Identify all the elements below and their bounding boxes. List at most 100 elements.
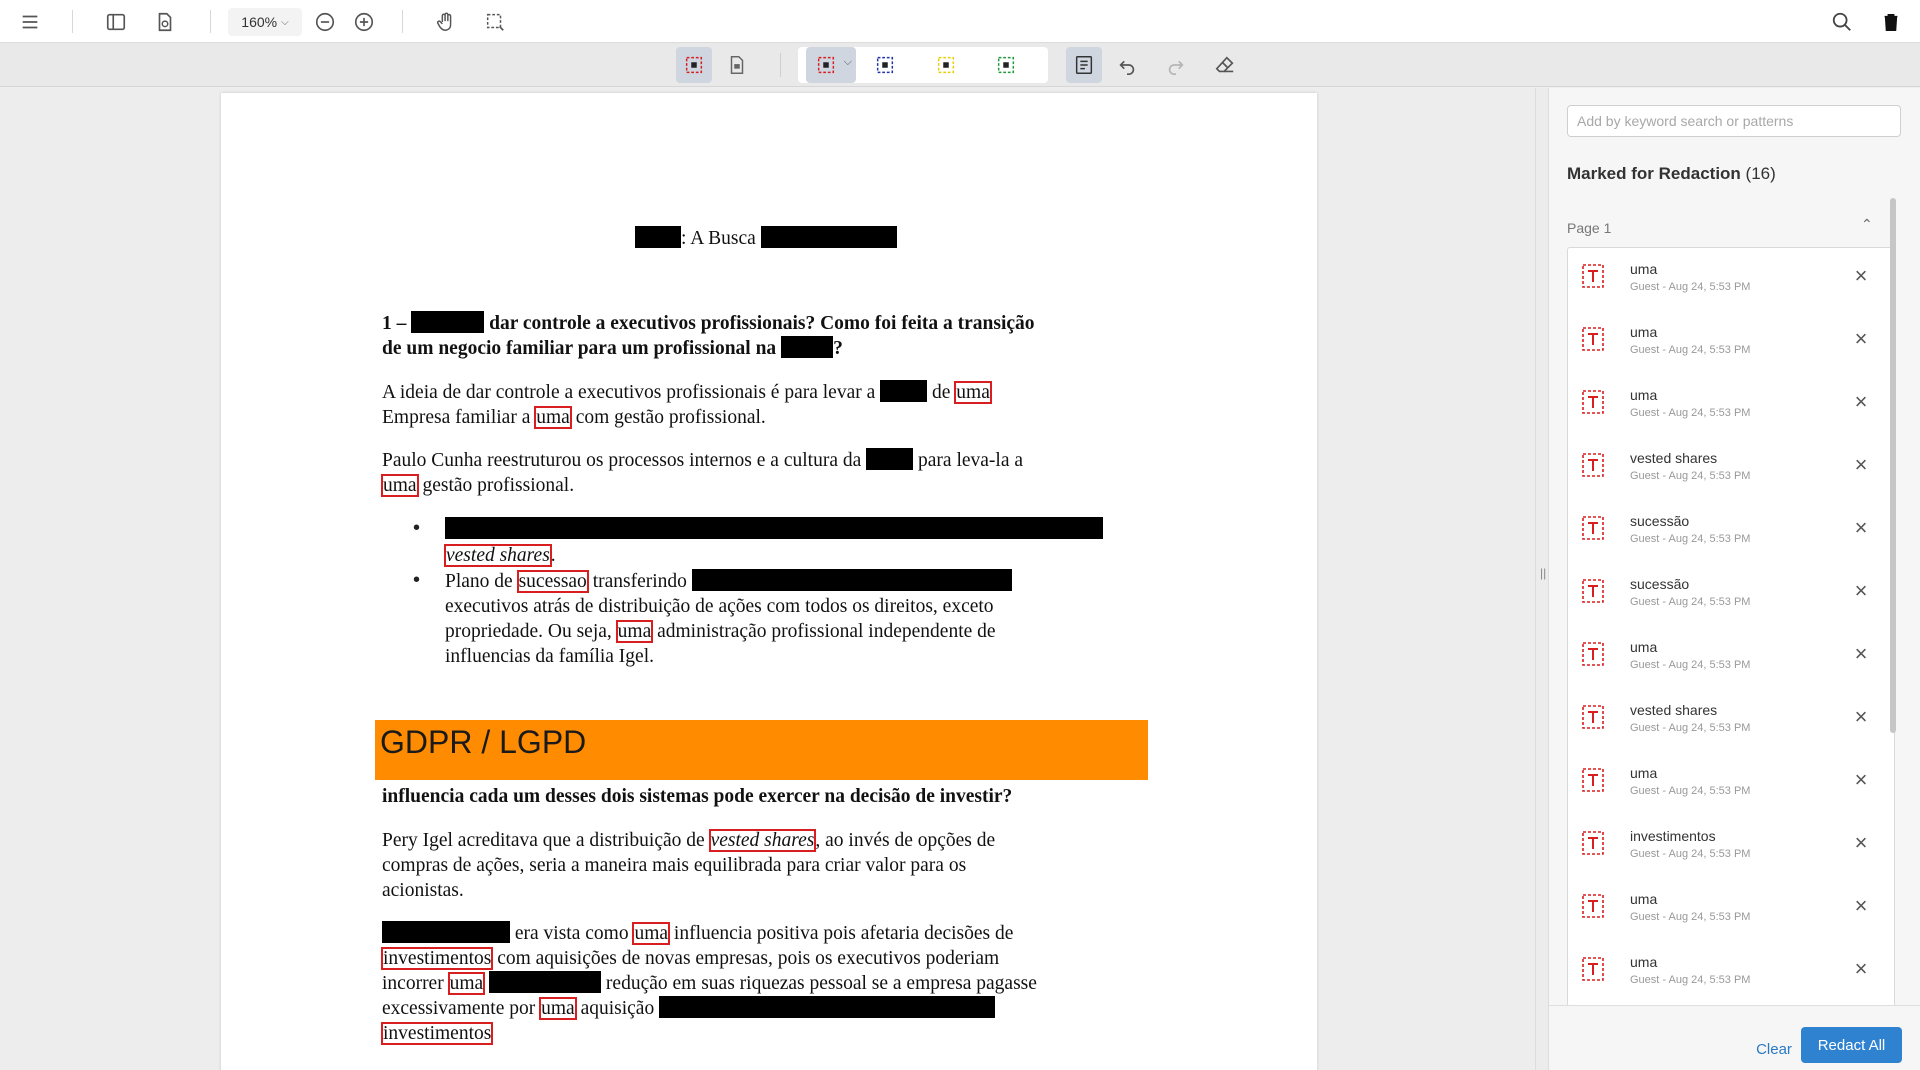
redaction-panel: Marked for Redaction (16) Page 1 ⌃ uma Gu… xyxy=(1549,88,1920,1070)
paragraph-1-line-2: Empresa familiar a uma com gestão profis… xyxy=(382,406,766,429)
gdpr-banner: GDPR / LGPD xyxy=(375,720,1148,780)
redaction-box[interactable] xyxy=(866,448,914,470)
paragraph-3-line-1: Pery Igel acreditava que a distribuição … xyxy=(382,829,996,852)
close-icon[interactable]: × xyxy=(1848,767,1874,793)
redaction-item-meta: Guest - Aug 24, 5:53 PM xyxy=(1630,407,1751,419)
redact-all-button[interactable]: Redact All xyxy=(1801,1027,1902,1063)
sidebar-icon[interactable] xyxy=(103,9,129,35)
panel-footer: Clear Redact All xyxy=(1549,1005,1920,1070)
close-icon[interactable]: × xyxy=(1848,956,1874,982)
redaction-box[interactable] xyxy=(781,336,834,358)
document-page[interactable]: : A Busca 1 – dar controle a executivos … xyxy=(221,93,1317,1070)
redaction-list-item[interactable]: vested shares Guest - Aug 24, 5:53 PM × xyxy=(1568,437,1894,500)
redaction-item-label: uma xyxy=(1630,765,1658,781)
redaction-item-meta: Guest - Aug 24, 5:53 PM xyxy=(1630,344,1751,356)
redaction-box[interactable] xyxy=(411,311,485,333)
toolbar-divider xyxy=(780,53,781,77)
file-settings-icon[interactable] xyxy=(152,9,178,35)
redaction-item-label: sucessão xyxy=(1630,513,1690,529)
paragraph-2-line-1: Paulo Cunha reestruturou os processos in… xyxy=(382,448,1024,471)
chevron-up-icon[interactable]: ⌃ xyxy=(1861,216,1873,233)
redaction-list-item[interactable]: uma Guest - Aug 24, 5:53 PM × xyxy=(1568,248,1894,311)
redact-area-icon[interactable] xyxy=(676,47,712,83)
bullet-2-line-2: executivos atrás de distribuição de açõe… xyxy=(445,596,994,617)
redaction-box[interactable] xyxy=(691,569,1012,591)
zoom-value: 160% xyxy=(241,14,278,30)
marked-term[interactable]: uma xyxy=(381,474,419,497)
marked-term[interactable]: vested shares xyxy=(444,544,552,567)
close-icon[interactable]: × xyxy=(1848,893,1874,919)
close-icon[interactable]: × xyxy=(1848,326,1874,352)
zoom-in-icon[interactable] xyxy=(351,9,377,35)
redact-pattern-icon[interactable] xyxy=(988,47,1024,83)
redact-highlight-icon[interactable] xyxy=(928,47,964,83)
zoom-out-icon[interactable] xyxy=(312,9,338,35)
toolbar-divider xyxy=(402,10,403,33)
marked-term[interactable]: uma xyxy=(954,381,992,404)
panel-scrollbar[interactable] xyxy=(1890,198,1896,733)
redaction-list-item[interactable]: uma Guest - Aug 24, 5:53 PM × xyxy=(1568,941,1894,1004)
close-icon[interactable]: × xyxy=(1848,641,1874,667)
paragraph-4-line-5: investimentos xyxy=(380,1021,494,1046)
undo-icon[interactable] xyxy=(1109,47,1145,83)
redo-icon[interactable] xyxy=(1158,47,1194,83)
redaction-box[interactable] xyxy=(880,380,928,402)
redact-region-icon[interactable] xyxy=(867,47,903,83)
redaction-list-item[interactable]: uma Guest - Aug 24, 5:53 PM × xyxy=(1568,374,1894,437)
redaction-item-meta: Guest - Aug 24, 5:53 PM xyxy=(1630,596,1751,608)
close-icon[interactable]: × xyxy=(1848,578,1874,604)
marked-term[interactable]: uma xyxy=(539,997,577,1020)
redaction-list-item[interactable]: sucessão Guest - Aug 24, 5:53 PM × xyxy=(1568,500,1894,563)
redaction-search-input[interactable] xyxy=(1567,105,1901,137)
marked-term[interactable]: investimentos xyxy=(380,947,494,970)
redaction-list-item[interactable]: vested shares Guest - Aug 24, 5:53 PM × xyxy=(1568,689,1894,752)
redact-text-icon[interactable]: ⌵ xyxy=(806,47,856,83)
close-icon[interactable]: × xyxy=(1848,830,1874,856)
marked-term[interactable]: uma xyxy=(632,922,671,945)
redaction-list-item[interactable]: sucessão Guest - Aug 24, 5:53 PM × xyxy=(1568,563,1894,626)
redaction-box[interactable] xyxy=(659,996,996,1018)
marked-term[interactable]: uma xyxy=(534,406,572,429)
toolbar-divider xyxy=(72,10,73,33)
document-viewer[interactable]: : A Busca 1 – dar controle a executivos … xyxy=(0,88,1535,1070)
close-icon[interactable]: × xyxy=(1848,452,1874,478)
redaction-box[interactable] xyxy=(760,226,897,248)
text-redaction-icon xyxy=(1582,642,1604,666)
redaction-list-item[interactable]: uma Guest - Aug 24, 5:53 PM × xyxy=(1568,311,1894,374)
close-icon[interactable]: × xyxy=(1848,263,1874,289)
redaction-item-label: investimentos xyxy=(1630,828,1716,844)
redaction-item-meta: Guest - Aug 24, 5:53 PM xyxy=(1630,281,1751,293)
redaction-box[interactable] xyxy=(445,517,1103,539)
close-icon[interactable]: × xyxy=(1848,515,1874,541)
redaction-list-item[interactable]: uma Guest - Aug 24, 5:53 PM × xyxy=(1568,626,1894,689)
redaction-panel-icon[interactable] xyxy=(1066,47,1102,83)
redaction-list-item[interactable]: investimentos Guest - Aug 24, 5:53 PM × xyxy=(1568,815,1894,878)
zoom-select[interactable]: 160% ⌵ xyxy=(228,8,302,36)
redaction-item-label: sucessão xyxy=(1630,576,1690,592)
redaction-list-item[interactable]: uma Guest - Aug 24, 5:53 PM × xyxy=(1568,752,1894,815)
paragraph-1-line-1: A ideia de dar controle a executivos pro… xyxy=(382,380,992,404)
redaction-item-meta: Guest - Aug 24, 5:53 PM xyxy=(1630,911,1751,923)
marked-term[interactable]: investimentos xyxy=(380,1022,494,1045)
menu-icon[interactable] xyxy=(17,9,43,35)
marked-term[interactable]: uma xyxy=(447,972,486,995)
redaction-box[interactable] xyxy=(635,226,681,248)
marked-term[interactable]: sucessao xyxy=(516,570,589,593)
marquee-select-icon[interactable] xyxy=(482,9,508,35)
panel-resize-handle[interactable]: || xyxy=(1535,88,1549,1070)
redaction-list-item[interactable]: uma Guest - Aug 24, 5:53 PM × xyxy=(1568,878,1894,941)
redaction-item-meta: Guest - Aug 24, 5:53 PM xyxy=(1630,848,1751,860)
redact-page-icon[interactable] xyxy=(719,47,755,83)
marked-term[interactable]: vested shares xyxy=(708,829,817,852)
close-icon[interactable]: × xyxy=(1848,704,1874,730)
eraser-icon[interactable] xyxy=(1207,47,1243,83)
search-icon[interactable] xyxy=(1829,9,1855,35)
redaction-box[interactable] xyxy=(489,971,602,993)
redaction-box[interactable] xyxy=(382,921,510,943)
text-redaction-icon xyxy=(1582,390,1604,414)
trash-icon[interactable] xyxy=(1878,9,1904,35)
pan-hand-icon[interactable] xyxy=(433,9,459,35)
bullet-2-line-4: influencias da família Igel. xyxy=(445,646,654,667)
close-icon[interactable]: × xyxy=(1848,389,1874,415)
marked-term[interactable]: uma xyxy=(615,620,654,643)
